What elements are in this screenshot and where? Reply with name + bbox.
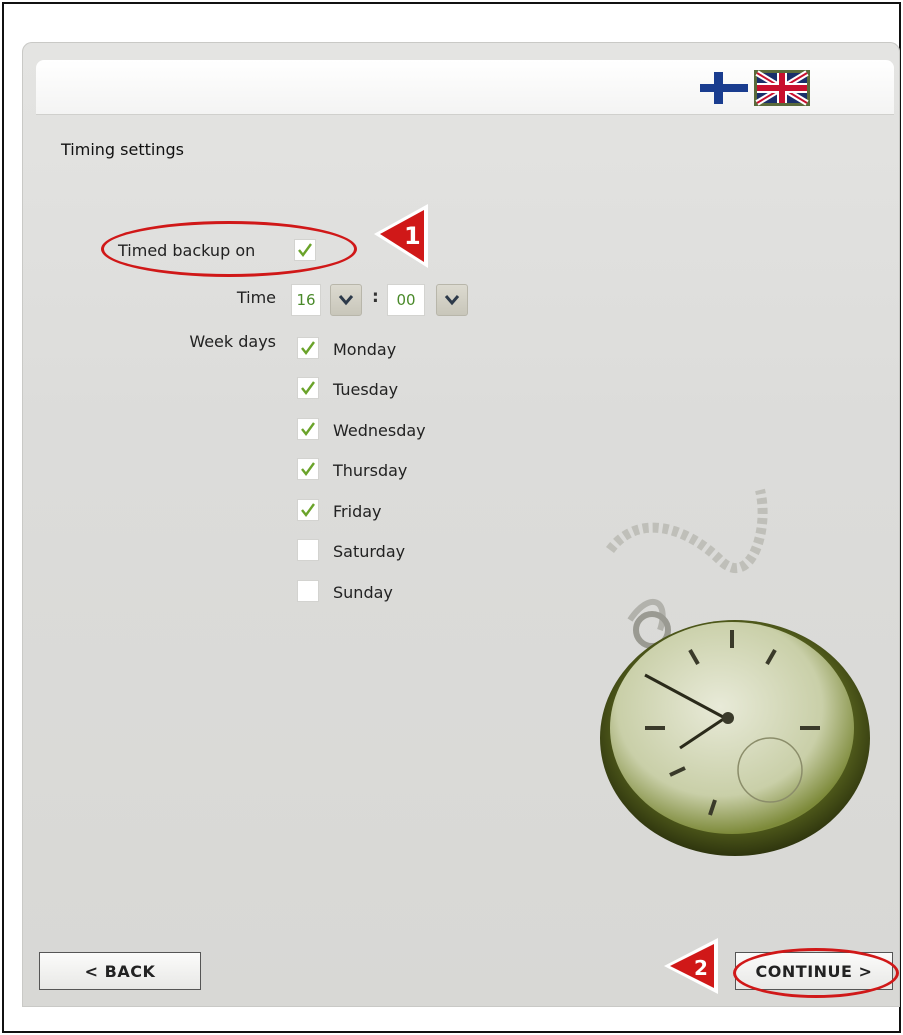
marker-2-label: 2	[694, 956, 708, 980]
back-button[interactable]: < BACK	[39, 952, 201, 990]
minute-dropdown-button[interactable]	[436, 284, 468, 316]
checkmark-icon	[301, 462, 315, 476]
friday-label: Friday	[333, 502, 382, 521]
timed-backup-label: Timed backup on	[118, 241, 256, 260]
continue-button[interactable]: CONTINUE >	[735, 952, 893, 990]
chevron-down-icon	[444, 295, 460, 306]
minute-field[interactable]: 00	[387, 284, 425, 316]
finnish-flag-icon[interactable]	[700, 72, 748, 104]
sunday-checkbox[interactable]	[297, 580, 319, 602]
checkmark-icon	[301, 381, 315, 395]
marker-2-icon: 2	[664, 938, 718, 994]
thursday-checkbox[interactable]	[297, 458, 319, 480]
tuesday-label: Tuesday	[333, 380, 399, 399]
time-separator: :	[372, 287, 379, 307]
hour-field[interactable]: 16	[291, 284, 321, 316]
pocket-watch-illustration	[600, 488, 870, 856]
friday-checkbox[interactable]	[297, 499, 319, 521]
tuesday-checkbox[interactable]	[297, 377, 319, 399]
wednesday-checkbox[interactable]	[297, 418, 319, 440]
marker-1-label: 1	[404, 222, 421, 250]
weekdays-label: Week days	[189, 332, 276, 351]
saturday-label: Saturday	[333, 542, 406, 561]
checkmark-icon	[301, 422, 315, 436]
thursday-label: Thursday	[333, 461, 408, 480]
page-title: Timing settings	[61, 140, 184, 159]
checkmark-icon	[301, 503, 315, 517]
monday-checkbox[interactable]	[297, 337, 319, 359]
hour-dropdown-button[interactable]	[330, 284, 362, 316]
checkmark-icon	[301, 341, 315, 355]
timed-backup-checkbox[interactable]	[294, 239, 316, 261]
wednesday-label: Wednesday	[333, 421, 426, 440]
checkmark-icon	[298, 243, 312, 257]
saturday-checkbox[interactable]	[297, 539, 319, 561]
sunday-label: Sunday	[333, 583, 393, 602]
time-label: Time	[236, 288, 276, 307]
uk-flag-icon[interactable]	[754, 70, 810, 106]
chevron-down-icon	[338, 295, 354, 306]
monday-label: Monday	[333, 340, 397, 359]
marker-1-icon: 1	[374, 204, 428, 268]
